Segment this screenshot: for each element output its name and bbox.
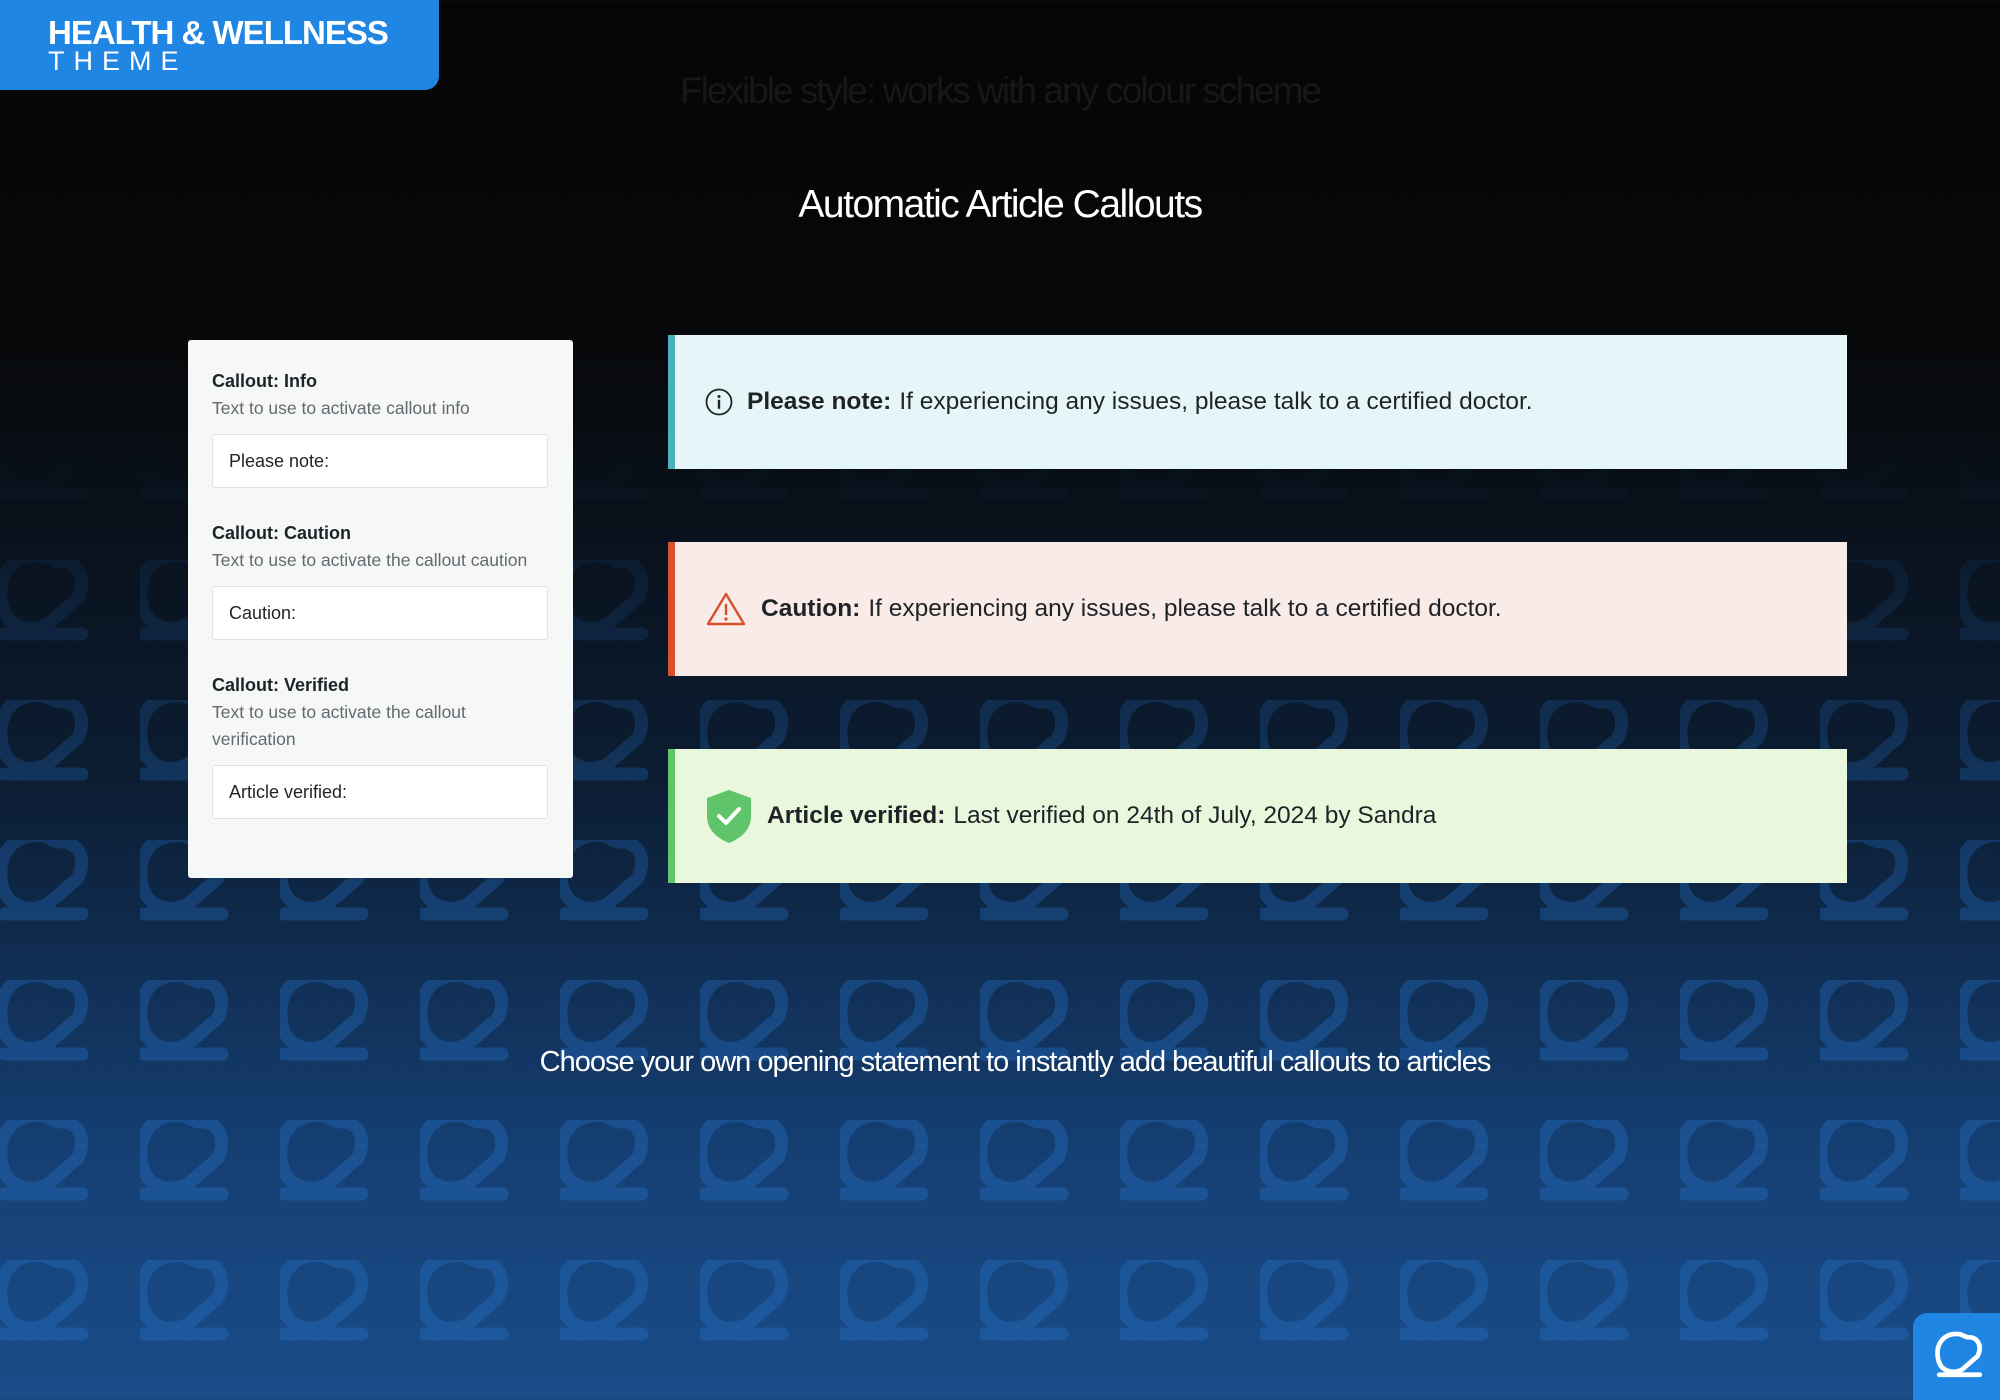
callout-caution: Caution: If experiencing any issues, ple… [668, 542, 1847, 676]
field-description: Text to use to activate callout info [212, 398, 470, 418]
info-circle-icon [705, 388, 733, 416]
callout-settings-panel: Callout: Info Text to use to activate ca… [188, 340, 573, 878]
callout-text: Last verified on 24th of July, 2024 by S… [953, 802, 1437, 829]
callout-caution-input[interactable] [212, 586, 548, 640]
setting-callout-info: Callout: Info Text to use to activate ca… [212, 370, 549, 488]
callout-verified-input[interactable] [212, 765, 548, 819]
setting-callout-caution: Callout: Caution Text to use to activate… [212, 522, 549, 640]
setting-callout-verified: Callout: Verified Text to use to activat… [212, 674, 549, 819]
page-title: Automatic Article Callouts [798, 183, 1203, 226]
callout-lead: Please note: [747, 388, 892, 415]
logo-icon [1933, 1329, 1985, 1386]
callout-info-input[interactable] [212, 434, 548, 488]
field-label: Callout: Info [212, 371, 317, 391]
field-label: Callout: Verified [212, 675, 350, 695]
callout-text: If experiencing any issues, please talk … [899, 388, 1533, 415]
tagline: Flexible style: works with any colour sc… [680, 70, 1322, 111]
field-label: Callout: Caution [212, 523, 351, 543]
callout-info: Please note: If experiencing any issues,… [668, 335, 1847, 469]
field-description: Text to use to activate the callout caut… [212, 550, 528, 570]
warning-triangle-icon [705, 591, 747, 627]
callout-lead: Caution: [761, 595, 861, 622]
callout-text: If experiencing any issues, please talk … [868, 595, 1502, 622]
brand-logo-corner [1913, 1313, 2000, 1400]
footer-statement: Choose your own opening statement to ins… [539, 1046, 1492, 1078]
callout-lead: Article verified: [767, 802, 946, 829]
shield-check-icon [705, 788, 753, 844]
field-description: Text to use to activate the callout veri… [212, 702, 466, 749]
callout-verified: Article verified: Last verified on 24th … [668, 749, 1847, 883]
